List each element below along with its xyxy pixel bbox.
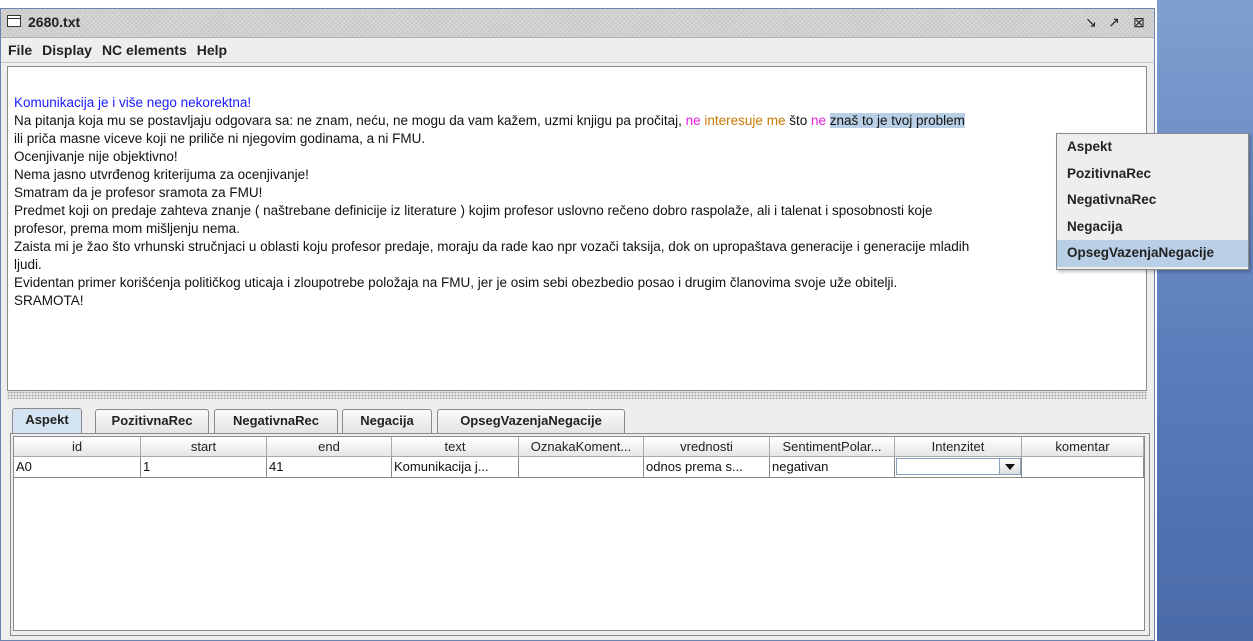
- dropdown-arrow-icon[interactable]: [999, 459, 1020, 474]
- maximize-icon[interactable]: ↗: [1105, 13, 1123, 31]
- intenzitet-combobox[interactable]: [896, 458, 1021, 475]
- selected-text[interactable]: znaš to je tvoj problem: [829, 113, 965, 128]
- table-cell[interactable]: Komunikacija j...: [392, 457, 519, 478]
- table-cell[interactable]: 41: [267, 457, 392, 478]
- tab-opsegvazenjanegacije[interactable]: OpsegVazenjaNegacije: [437, 409, 625, 433]
- minimize-icon[interactable]: ↘: [1082, 13, 1100, 31]
- column-header[interactable]: end: [267, 437, 392, 457]
- editor-line: ili priča masne viceve koji ne priliče n…: [14, 131, 426, 146]
- menu-display[interactable]: Display: [37, 38, 97, 58]
- desktop-background: [1157, 0, 1253, 641]
- window-title: 2680.txt: [28, 14, 81, 30]
- editor-line: Zaista mi je žao što vrhunski stručnjaci…: [14, 239, 970, 254]
- editor-line: Nema jasno utvrđenog kriterijuma za ocen…: [14, 167, 309, 182]
- split-pane-divider[interactable]: [7, 391, 1147, 399]
- text-editor[interactable]: Komunikacija je i više nego nekorektna! …: [7, 66, 1147, 391]
- menu-help[interactable]: Help: [192, 38, 232, 58]
- table-header: id start end text OznakaKoment... vredno…: [14, 437, 1144, 457]
- context-menu-item-negativnarec[interactable]: NegativnaRec: [1057, 187, 1248, 214]
- column-header[interactable]: start: [141, 437, 267, 457]
- table-cell[interactable]: 1: [141, 457, 267, 478]
- column-header[interactable]: OznakaKoment...: [519, 437, 644, 457]
- tab-aspekt[interactable]: Aspekt: [12, 408, 82, 434]
- close-icon[interactable]: ⊠: [1130, 13, 1148, 31]
- document-icon: [7, 15, 21, 27]
- annotation-table: id start end text OznakaKoment... vredno…: [13, 436, 1145, 631]
- table-cell[interactable]: [519, 457, 644, 478]
- editor-line: profesor, prema mom mišljenju nema.: [14, 221, 240, 236]
- editor-line: Predmet koji on predaje zahteva znanje (…: [14, 203, 933, 218]
- tab-negacija[interactable]: Negacija: [342, 409, 432, 433]
- tab-pozitivnarec[interactable]: PozitivnaRec: [95, 409, 209, 433]
- editor-line-annotated: Na pitanja koja mu se postavljaju odgova…: [14, 112, 1146, 130]
- column-header[interactable]: vrednosti: [644, 437, 770, 457]
- table-cell[interactable]: [1022, 457, 1144, 478]
- editor-line: Smatram da je profesor sramota za FMU!: [14, 185, 263, 200]
- intenzitet-cell: [895, 457, 1022, 478]
- text-span: što: [785, 113, 811, 128]
- column-header[interactable]: SentimentPolar...: [770, 437, 895, 457]
- negation-word: ne: [685, 113, 701, 128]
- menu-file[interactable]: File: [1, 38, 37, 58]
- editor-line: Komunikacija je i više nego nekorektna!: [14, 95, 252, 110]
- context-menu: Aspekt PozitivnaRec NegativnaRec Negacij…: [1056, 133, 1249, 270]
- editor-line: ljudi.: [14, 257, 42, 272]
- tab-panel: id start end text OznakaKoment... vredno…: [10, 433, 1150, 636]
- title-bar[interactable]: 2680.txt ↘ ↗ ⊠: [1, 9, 1154, 38]
- context-menu-item-pozitivnarec[interactable]: PozitivnaRec: [1057, 161, 1248, 188]
- menu-nc-elements[interactable]: NC elements: [97, 38, 192, 58]
- column-header[interactable]: Intenzitet: [895, 437, 1022, 457]
- tab-negativnarec[interactable]: NegativnaRec: [214, 409, 338, 433]
- column-header[interactable]: id: [14, 437, 141, 457]
- negation-scope: interesuje me: [704, 113, 786, 128]
- negation-word: ne: [810, 113, 826, 128]
- table-cell[interactable]: negativan: [770, 457, 895, 478]
- table-row[interactable]: A0 1 41 Komunikacija j... odnos prema s.…: [14, 457, 1144, 478]
- menu-bar: File Display NC elements Help: [1, 38, 1154, 63]
- table-cell[interactable]: odnos prema s...: [644, 457, 770, 478]
- column-header[interactable]: komentar: [1022, 437, 1144, 457]
- column-header[interactable]: text: [392, 437, 519, 457]
- editor-line: SRAMOTA!: [14, 293, 84, 308]
- context-menu-item-negacija[interactable]: Negacija: [1057, 214, 1248, 241]
- editor-line: Evidentan primer korišćenja političkog u…: [14, 275, 898, 290]
- text-span: Na pitanja koja mu se postavljaju odgova…: [14, 113, 686, 128]
- table-cell[interactable]: A0: [14, 457, 141, 478]
- editor-line: Ocenjivanje nije objektivno!: [14, 149, 178, 164]
- context-menu-item-opsegvazenjanegacije[interactable]: OpsegVazenjaNegacije: [1057, 240, 1248, 267]
- context-menu-item-aspekt[interactable]: Aspekt: [1057, 134, 1248, 161]
